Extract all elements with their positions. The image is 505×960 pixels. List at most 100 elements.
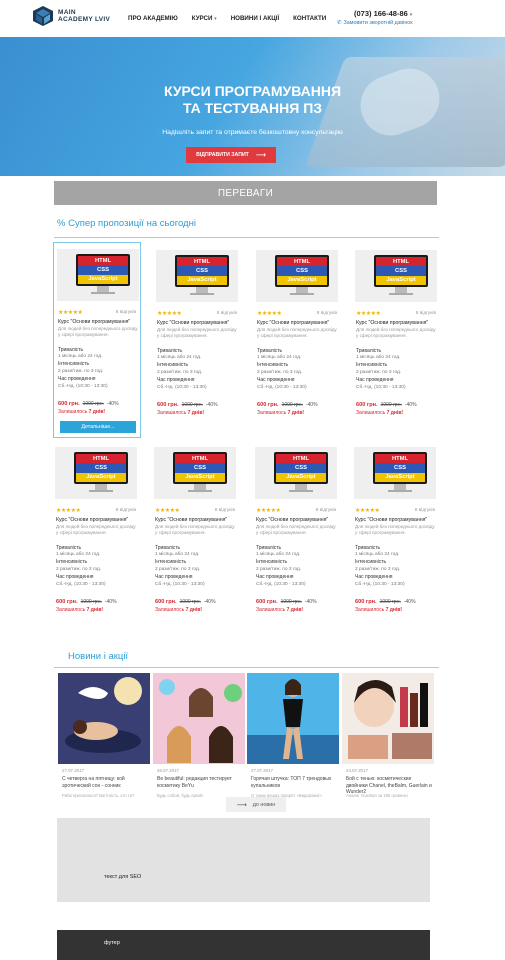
course-card[interactable]: HTML CSS JavaScript ★★★★★ 8 відгуків Кур… xyxy=(151,441,239,637)
tech-html: HTML xyxy=(76,454,126,464)
course-card[interactable]: HTML CSS JavaScript ★★★★★ 8 відгуків Кур… xyxy=(351,441,439,637)
news-date: 24.07.2017 xyxy=(346,768,368,773)
nav-courses[interactable]: КУРСИ ▾ xyxy=(192,15,217,22)
course-card[interactable]: HTML CSS JavaScript ★★★★★ 8 відгуків Кур… xyxy=(52,441,140,637)
course-title[interactable]: Курс "Основи програмування" xyxy=(257,320,329,326)
price-new: 600 грн. xyxy=(157,402,179,408)
advantages-bar[interactable]: ПЕРЕВАГИ xyxy=(54,181,437,205)
time-value: Сб.-Нд. (10:30 - 13:30) xyxy=(356,385,406,390)
news-image xyxy=(342,673,434,764)
duration-label: Тривалість xyxy=(356,348,382,354)
news-image xyxy=(247,673,339,764)
intensity-label: Інтенсивність xyxy=(257,362,289,368)
course-card[interactable]: HTML CSS JavaScript ★★★★★ 8 відгуків Кур… xyxy=(253,244,341,440)
course-card[interactable]: HTML CSS JavaScript ★★★★★ 8 відгуків Кур… xyxy=(53,242,141,438)
details-button[interactable]: Детальніше... xyxy=(60,421,136,433)
course-title[interactable]: Курс "Основи програмування" xyxy=(56,517,128,523)
course-title[interactable]: Курс "Основи програмування" xyxy=(256,517,328,523)
news-title: Новини і акції xyxy=(68,651,129,662)
time-value: Сб.-Нд. (10:30 - 13:30) xyxy=(355,582,405,587)
news-title-text[interactable]: Горячая штучка: ТОП 7 трендовых купальни… xyxy=(251,776,337,789)
course-desc: Для людей без попереднього досвіду у сфе… xyxy=(356,327,436,338)
course-title[interactable]: Курс "Основи програмування" xyxy=(155,517,227,523)
rating-label: 8 відгуків xyxy=(316,311,337,316)
days-left-prefix: Залишилось xyxy=(356,410,386,416)
price: 600 грн. 1000 грн. -40% xyxy=(355,599,416,605)
news-title-text[interactable]: С четверга на пятницу: кой эротический с… xyxy=(62,776,148,789)
discount: -40% xyxy=(203,599,216,605)
callback-link[interactable]: ✆ Замовити зворотній дзвінок xyxy=(337,20,413,26)
course-title[interactable]: Курс "Основи програмування" xyxy=(355,517,427,523)
divider xyxy=(54,237,439,238)
tech-css: CSS xyxy=(375,463,425,473)
days-left-prefix: Залишилось xyxy=(257,410,287,416)
news-excerpt: Аналог Guerlain за 195 гривень! xyxy=(346,793,408,798)
price-old: 1000 грн. xyxy=(82,401,104,407)
tech-html: HTML xyxy=(375,454,425,464)
nav-contacts[interactable]: КОНТАКТИ xyxy=(293,15,326,22)
nav-news[interactable]: НОВИНИ І АКЦІЇ xyxy=(231,15,279,22)
price-new: 600 грн. xyxy=(355,599,377,605)
seo-block: текст для SEO xyxy=(57,818,430,902)
course-image: HTML CSS JavaScript xyxy=(55,447,137,499)
intensity-label: Інтенсивність xyxy=(157,362,189,368)
send-request-button[interactable]: ВІДПРАВИТИ ЗАПИТ ⟶ xyxy=(186,147,276,163)
tech-css: CSS xyxy=(78,265,128,275)
course-card[interactable]: HTML CSS JavaScript ★★★★★ 8 відгуків Кур… xyxy=(252,441,340,637)
tech-html: HTML xyxy=(177,257,227,267)
rating-label: 8 відгуків xyxy=(214,508,235,513)
monitor-icon: HTML CSS JavaScript xyxy=(74,452,128,484)
duration-label: Тривалість xyxy=(257,348,283,354)
phone-number[interactable]: (073) 166-48-86 ▾ xyxy=(354,9,412,18)
course-title[interactable]: Курс "Основи програмування" xyxy=(356,320,428,326)
course-image: HTML CSS JavaScript xyxy=(355,250,437,302)
intensity-value: 2 рази/тиж. по 3 год. xyxy=(58,369,104,374)
time-value: Сб.-Нд. (10:30 - 13:30) xyxy=(256,582,306,587)
time-label: Час проведення xyxy=(257,377,295,383)
rating-label: 8 відгуків xyxy=(315,508,336,513)
price-old: 1000 грн. xyxy=(379,599,401,605)
rating-stars-icon: ★★★★★ xyxy=(56,508,81,514)
news-image xyxy=(58,673,150,764)
arrow-right-icon: ⟶ xyxy=(255,152,266,159)
course-card[interactable]: HTML CSS JavaScript ★★★★★ 8 відгуків Кур… xyxy=(153,244,241,440)
days-left-value: 7 днів! xyxy=(88,409,106,415)
time-value: Сб.-Нд. (10:30 - 13:30) xyxy=(58,384,108,389)
tech-js: JavaScript xyxy=(76,472,126,482)
logo[interactable]: MAIN ACADEMY LVIV xyxy=(32,5,110,27)
time-label: Час проведення xyxy=(56,574,94,580)
logo-text: MAIN ACADEMY LVIV xyxy=(58,9,110,23)
all-news-button[interactable]: ⟶ до новин xyxy=(226,797,286,812)
chevron-down-icon: ▾ xyxy=(214,16,217,22)
price: 600 грн. 1000 грн. -40% xyxy=(157,402,218,408)
intensity-label: Інтенсивність xyxy=(155,559,187,565)
all-news-label: до новин xyxy=(252,801,276,808)
monitor-base xyxy=(388,490,412,492)
time-label: Час проведення xyxy=(356,377,394,383)
duration-value: 1 місяць або 24 год. xyxy=(58,354,103,359)
tech-html: HTML xyxy=(78,256,128,266)
tech-js: JavaScript xyxy=(375,472,425,482)
hero-subtitle: Надішліть запит та отримаєте безкоштовну… xyxy=(162,129,343,136)
course-title[interactable]: Курс "Основи програмування" xyxy=(157,320,229,326)
days-left-prefix: Залишилось xyxy=(155,607,185,613)
intensity-label: Інтенсивність xyxy=(56,559,88,565)
course-title[interactable]: Курс "Основи програмування" xyxy=(58,319,130,325)
days-left-value: 7 днів! xyxy=(287,410,305,416)
nav-about[interactable]: ПРО АКАДЕМІЮ xyxy=(128,15,178,22)
hero-title-line-1: КУРСИ ПРОГРАМУВАННЯ xyxy=(163,83,342,99)
price-old: 1000 грн. xyxy=(281,402,303,408)
days-left-value: 7 днів! xyxy=(185,607,203,613)
rating-stars-icon: ★★★★★ xyxy=(157,311,182,317)
course-card[interactable]: HTML CSS JavaScript ★★★★★ 8 відгуків Кур… xyxy=(352,244,440,440)
price-new: 600 грн. xyxy=(257,402,279,408)
tech-html: HTML xyxy=(276,454,326,464)
price: 600 грн. 1000 грн. -40% xyxy=(58,401,119,407)
logo-cube-icon xyxy=(33,6,53,26)
intensity-value: 2 рази/тиж. по 3 год. xyxy=(155,567,201,572)
duration-label: Тривалість xyxy=(256,545,282,551)
news-title-text[interactable]: Be beautiful: редакция тестирует космети… xyxy=(157,776,243,789)
course-image: HTML CSS JavaScript xyxy=(154,447,236,499)
divider xyxy=(54,667,439,668)
rating-label: 8 відгуків xyxy=(115,310,136,315)
